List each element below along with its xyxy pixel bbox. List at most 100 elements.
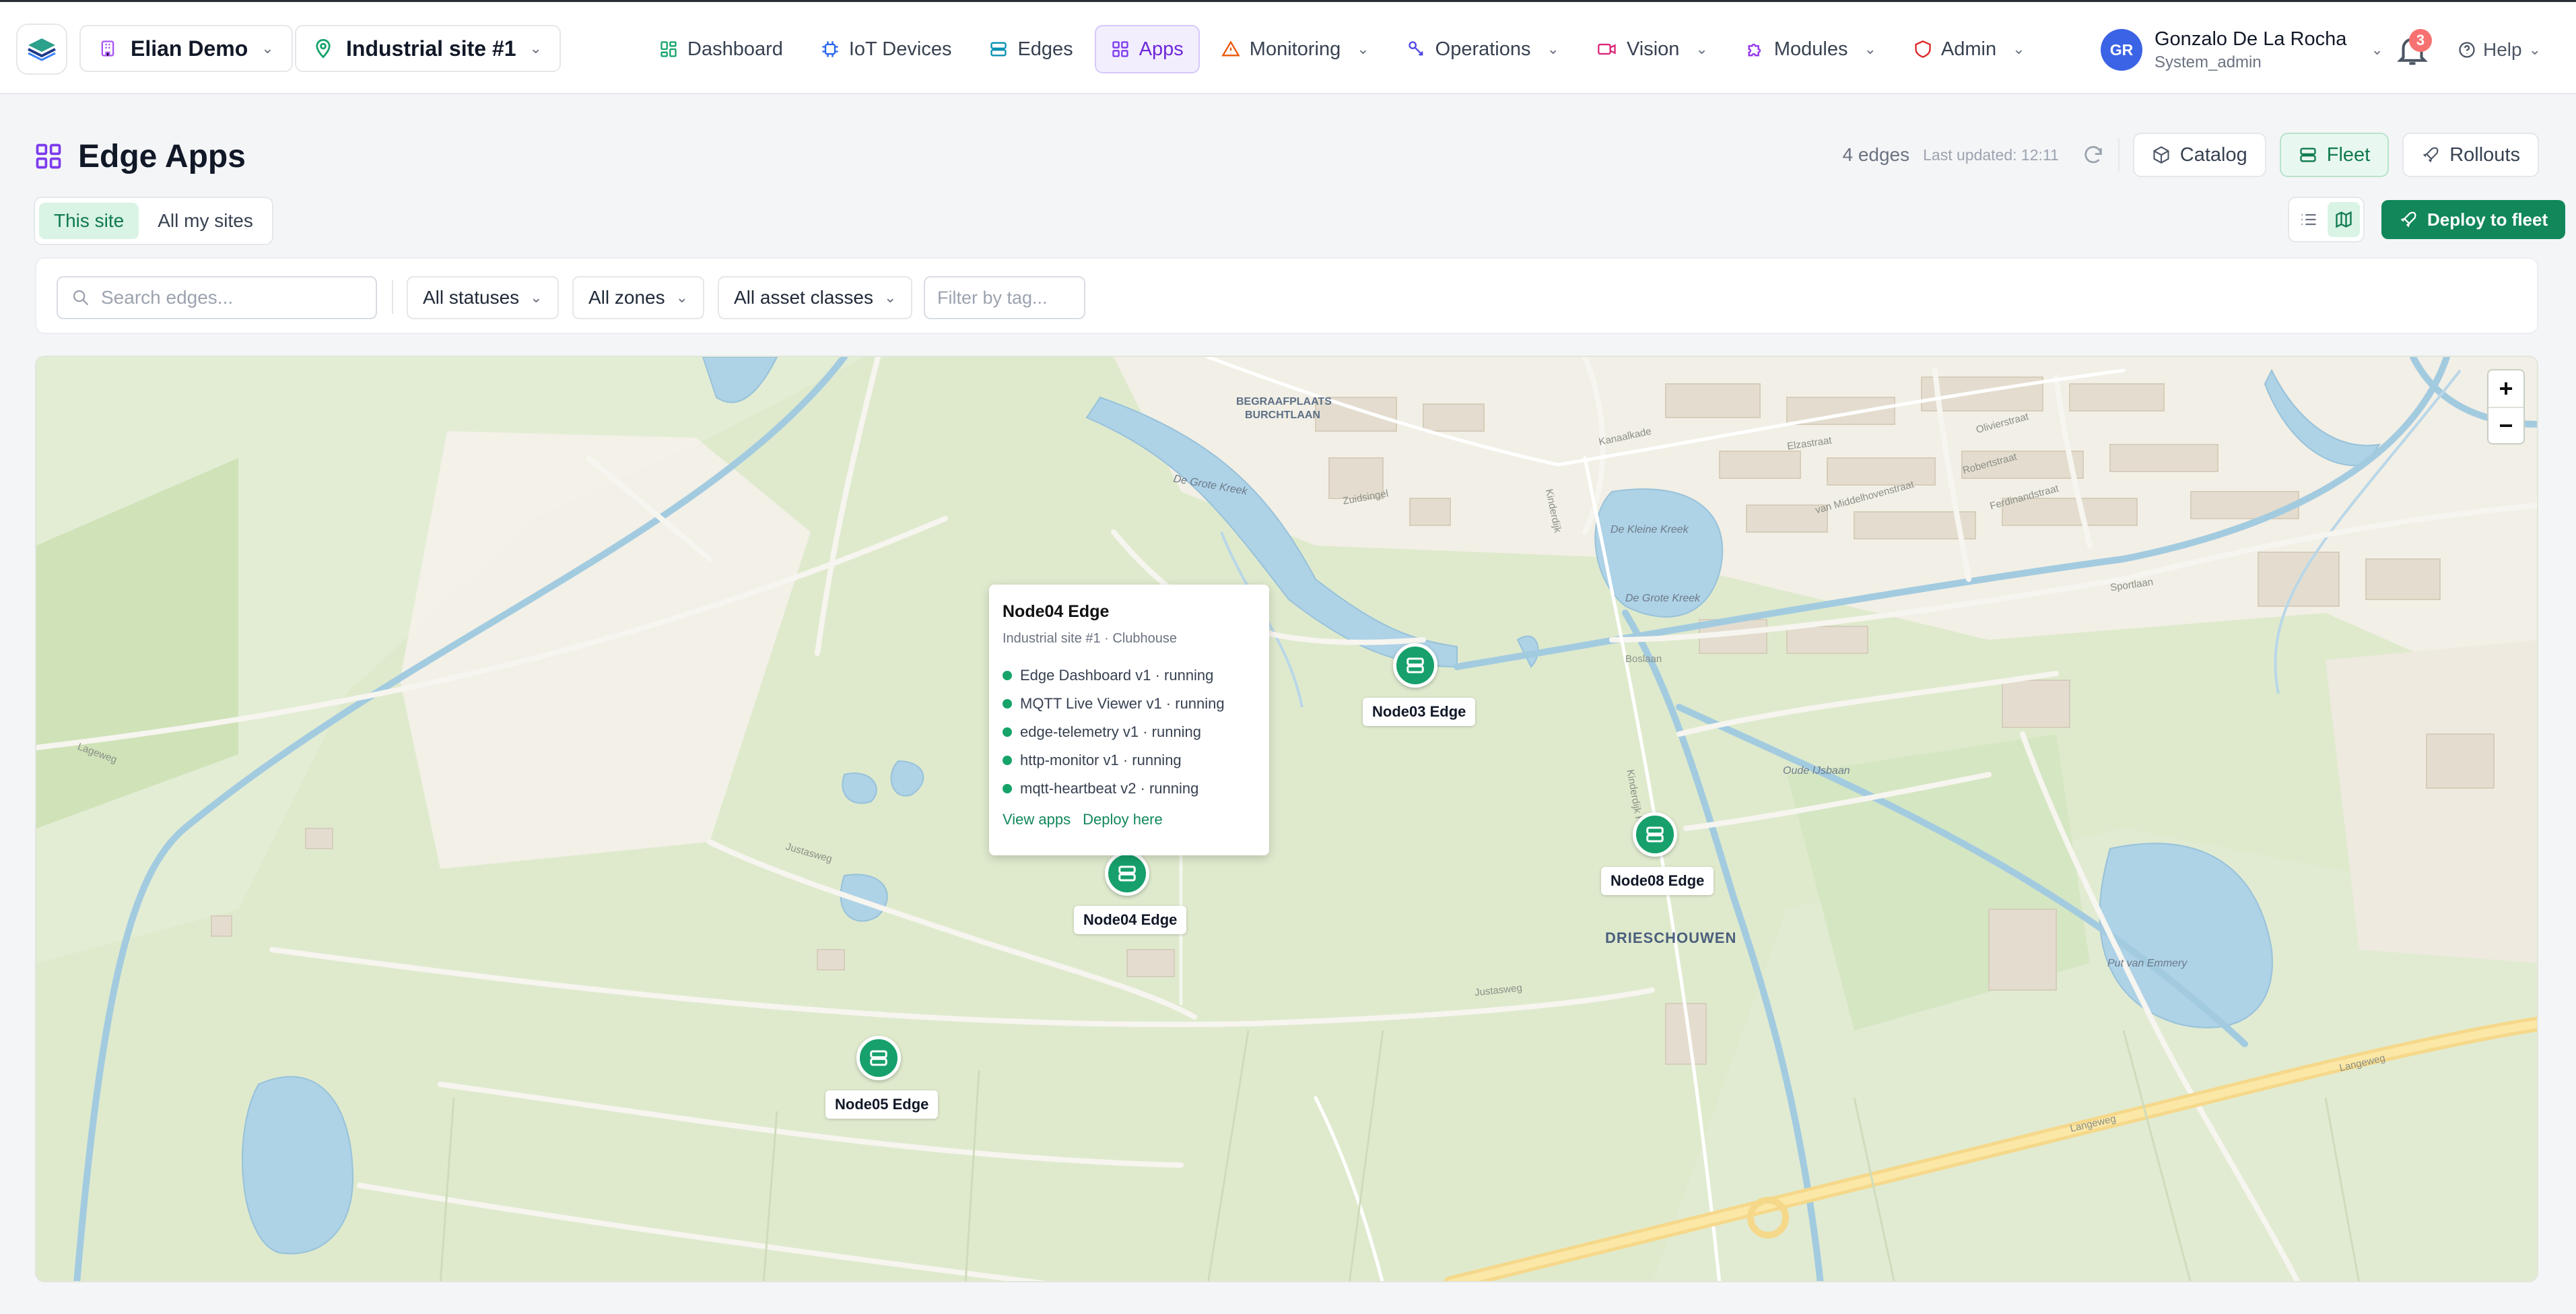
edge-marker-label[interactable]: Node04 Edge: [1074, 906, 1187, 934]
scope-toggle: This site All my sites: [34, 197, 273, 245]
rollouts-button[interactable]: Rollouts: [2402, 133, 2539, 177]
chevron-down-icon: ⌄: [675, 289, 689, 306]
chip-icon: [822, 41, 838, 57]
server-icon: [1406, 657, 1424, 674]
edge-marker-label[interactable]: Node08 Edge: [1601, 867, 1714, 895]
page-header: Edge Apps: [34, 135, 246, 178]
chevron-down-icon: ⌄: [2528, 41, 2542, 58]
operations-icon: [1408, 41, 1423, 56]
map-base-layer: [36, 357, 2537, 1281]
camera-icon: [1598, 43, 1616, 55]
zoom-in-button[interactable]: +: [2488, 370, 2523, 407]
search-icon: [73, 290, 89, 306]
asset-class-filter[interactable]: All asset classes ⌄: [718, 276, 913, 319]
box-icon: [2153, 146, 2169, 164]
zoom-controls: + −: [2487, 369, 2525, 445]
list-item: mqtt-heartbeat v2 · running: [1003, 775, 1256, 803]
zone-filter[interactable]: All zones ⌄: [572, 276, 705, 319]
tab-this-site[interactable]: This site: [39, 203, 139, 239]
edge-marker[interactable]: [856, 1036, 901, 1080]
nav-label: Operations: [1435, 38, 1531, 60]
edge-marker-label[interactable]: Node03 Edge: [1363, 698, 1476, 726]
site-selector[interactable]: Industrial site #1 ⌄: [295, 25, 561, 72]
edge-popup: Node04 Edge Industrial site #1 · Clubhou…: [989, 585, 1269, 855]
map-label: Put van Emmery: [2107, 958, 2188, 969]
status-dot: [1003, 784, 1012, 793]
server-icon: [870, 1050, 887, 1066]
nav-apps[interactable]: Apps: [1094, 25, 1200, 73]
map-label: De Grote Kreek: [1625, 593, 1701, 604]
map-view-button[interactable]: [2328, 202, 2360, 237]
edge-map[interactable]: BEGRAAFPLAATS BURCHTLAAN De Grote Kreek …: [35, 356, 2538, 1282]
layers-logo-icon: [28, 38, 56, 61]
fleet-label: Fleet: [2326, 143, 2371, 166]
map-icon: [2336, 211, 2352, 228]
asset-class-filter-value: All asset classes: [734, 287, 873, 308]
org-selector[interactable]: Elian Demo ⌄: [79, 25, 293, 72]
nav-monitoring[interactable]: Monitoring ⌄: [1205, 25, 1386, 73]
user-role: System_admin: [2155, 53, 2262, 71]
nav-vision[interactable]: Vision ⌄: [1581, 25, 1724, 73]
status-dot: [1003, 671, 1012, 680]
app-status: mqtt-heartbeat v2 · running: [1020, 780, 1199, 797]
deploy-label: Deploy to fleet: [2427, 209, 2548, 230]
popup-links: View apps Deploy here: [1003, 811, 1256, 828]
nav-label: Modules: [1773, 38, 1848, 60]
chevron-down-icon: ⌄: [1864, 40, 1876, 57]
status-filter[interactable]: All statuses ⌄: [407, 276, 559, 319]
catalog-label: Catalog: [2179, 143, 2247, 166]
last-updated: Last updated: 12:11: [1923, 145, 2059, 164]
rollouts-label: Rollouts: [2449, 143, 2520, 166]
help-label: Help: [2483, 39, 2522, 60]
tag-filter-placeholder: Filter by tag...: [937, 287, 1048, 308]
refresh-icon[interactable]: [2082, 143, 2105, 166]
avatar: GR: [2101, 29, 2142, 71]
zone-filter-value: All zones: [588, 287, 665, 308]
deploy-here-link[interactable]: Deploy here: [1083, 811, 1163, 828]
nav-operations[interactable]: Operations ⌄: [1391, 25, 1575, 73]
tag-filter-input[interactable]: Filter by tag...: [924, 276, 1085, 319]
apps-icon: [36, 143, 61, 169]
edge-marker[interactable]: [1393, 643, 1437, 688]
nav-label: Admin: [1940, 38, 1997, 60]
view-apps-link[interactable]: View apps: [1003, 811, 1071, 828]
main-navigation: Dashboard IoT Devices Edges Apps Monitor…: [643, 25, 2041, 73]
nav-edges[interactable]: Edges: [973, 25, 1089, 73]
edge-marker[interactable]: [1105, 851, 1149, 896]
page-title: Edge Apps: [78, 138, 246, 174]
edge-marker-label[interactable]: Node05 Edge: [825, 1090, 939, 1119]
nav-iot-devices[interactable]: IoT Devices: [805, 25, 968, 73]
top-navigation-bar: Elian Demo ⌄ Industrial site #1 ⌄ Dashbo…: [0, 0, 2576, 94]
popup-subtitle: Industrial site #1 · Clubhouse: [1003, 631, 1178, 646]
map-label: De Kleine Kreek: [1611, 524, 1689, 535]
map-label: BEGRAAFPLAATS: [1236, 396, 1332, 407]
chevron-down-icon: ⌄: [883, 289, 897, 306]
help-menu[interactable]: Help ⌄: [2458, 32, 2541, 68]
tab-all-my-sites[interactable]: All my sites: [143, 203, 268, 239]
notification-badge: 3: [2409, 29, 2432, 52]
map-label: Oude IJsbaan: [1783, 765, 1850, 777]
rocket-icon: [2400, 211, 2416, 228]
nav-modules[interactable]: Modules ⌄: [1730, 25, 1893, 73]
server-icon: [2300, 147, 2316, 162]
catalog-button[interactable]: Catalog: [2132, 133, 2266, 177]
list-item: MQTT Live Viewer v1 · running: [1003, 690, 1256, 718]
nav-admin[interactable]: Admin ⌄: [1898, 25, 2041, 73]
list-view-button[interactable]: [2293, 202, 2325, 237]
fleet-button[interactable]: Fleet: [2279, 133, 2389, 177]
rocket-icon: [2422, 147, 2439, 163]
deploy-to-fleet-button[interactable]: Deploy to fleet: [2381, 200, 2566, 239]
search-input[interactable]: Search edges...: [57, 276, 377, 319]
chevron-down-icon: ⌄: [1547, 40, 1559, 57]
search-placeholder: Search edges...: [101, 287, 234, 308]
edge-marker[interactable]: [1633, 812, 1677, 857]
app-logo[interactable]: [16, 24, 67, 75]
chevron-down-icon: ⌄: [1695, 40, 1708, 57]
nav-label: Edges: [1017, 38, 1073, 60]
popup-title: Node04 Edge: [1003, 602, 1110, 621]
list-item: Edge Dashboard v1 · running: [1003, 661, 1256, 690]
app-status: MQTT Live Viewer v1 · running: [1020, 695, 1225, 712]
nav-dashboard[interactable]: Dashboard: [643, 25, 799, 73]
zoom-out-button[interactable]: −: [2488, 407, 2523, 443]
user-menu[interactable]: GR Gonzalo De La Rocha System_admin ⌄: [2101, 26, 2383, 73]
